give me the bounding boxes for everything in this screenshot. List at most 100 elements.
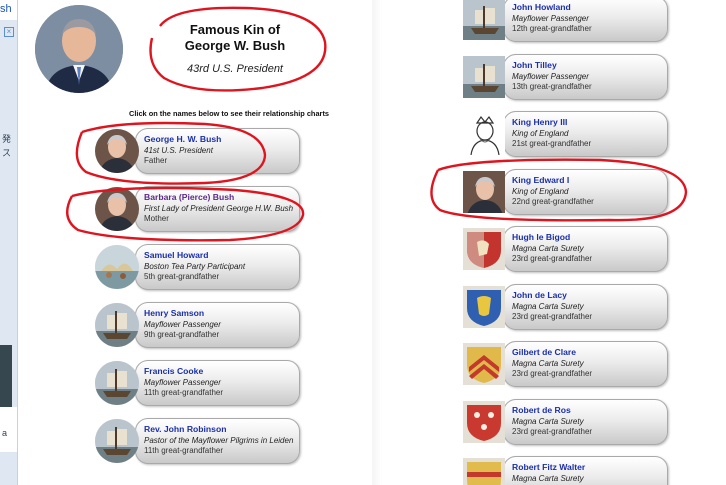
kin-name-link[interactable]: John de Lacy (512, 290, 567, 300)
kin-card[interactable]: John Howland Mayflower Passenger 12th grea… (463, 0, 673, 42)
kin-relationship: Mother (144, 214, 169, 223)
kin-name-link[interactable]: Rev. John Robinson (144, 424, 226, 434)
kin-name-link[interactable]: Henry Samson (144, 308, 204, 318)
kin-relationship: 23rd great-grandfather (512, 254, 593, 263)
kin-role: Boston Tea Party Participant (144, 262, 246, 271)
kin-card-button[interactable]: Gilbert de Clare Magna Carta Surety 23rd g… (503, 341, 668, 387)
kin-name-link[interactable]: George H. W. Bush (144, 134, 221, 144)
kin-card[interactable]: Robert Fitz Walter Magna Carta Surety (463, 456, 673, 485)
kin-role: King of England (512, 186, 569, 196)
kin-card-button[interactable]: Francis Cooke Mayflower Passenger 11th gre… (135, 360, 300, 406)
sidebar-footer (0, 452, 17, 485)
kin-name-link[interactable]: John Howland (512, 2, 571, 12)
president-portrait (35, 5, 123, 93)
kin-role: Mayflower Passenger (144, 320, 221, 329)
kin-card[interactable]: George H. W. Bush 41st U.S. President Fath… (95, 128, 305, 174)
kin-role: King of England (512, 129, 569, 138)
kin-card[interactable]: Barbara (Pierce) Bush First Lady of Presi… (95, 186, 305, 232)
kin-name-link[interactable]: Francis Cooke (144, 366, 203, 376)
kin-card[interactable]: Francis Cooke Mayflower Passenger 11th gre… (95, 360, 305, 406)
kin-name-link[interactable]: Gilbert de Clare (512, 347, 576, 357)
kin-relationship: 9th great-grandfather (144, 330, 220, 339)
kin-role: Magna Carta Surety (512, 244, 584, 253)
sidebar-glyph: 発 (2, 134, 12, 144)
kin-relationship: 11th great-grandfather (144, 446, 224, 455)
kin-role: Magna Carta Surety (512, 474, 584, 483)
kin-role: Magna Carta Surety (512, 359, 584, 368)
kin-relationship: 21st great-grandfather (512, 139, 592, 148)
kin-card-button[interactable]: Samuel Howard Boston Tea Party Participan… (135, 244, 300, 290)
ship-icon[interactable] (95, 419, 139, 463)
kin-relationship: 13th great-grandfather (512, 81, 592, 91)
kin-card[interactable]: John de Lacy Magna Carta Surety 23rd great… (463, 283, 673, 330)
instruction-text: Click on the names below to see their re… (129, 109, 330, 118)
kin-role: Pastor of the Mayflower Pilgrims in Leid… (144, 436, 294, 445)
browser-tab-fragment[interactable]: sh (0, 0, 17, 20)
portrait-icon (35, 5, 123, 93)
kin-name-link[interactable]: Hugh le Bigod (512, 232, 570, 242)
kin-card-button[interactable]: Hugh le Bigod Magna Carta Surety 23rd grea… (503, 226, 668, 272)
kin-name-link[interactable]: Robert Fitz Walter (512, 462, 585, 472)
page-subtitle: 43rd U.S. President (187, 63, 283, 75)
kin-name-link[interactable]: Robert de Ros (512, 405, 571, 415)
portrait-icon[interactable] (463, 170, 505, 213)
kin-card-button[interactable]: George H. W. Bush 41st U.S. President Fath… (135, 128, 300, 174)
painting-icon[interactable] (95, 245, 139, 289)
kin-relationship: 23rd great-grandfather (512, 369, 593, 378)
ship-icon[interactable] (95, 361, 139, 405)
kin-card-button[interactable]: Rev. John Robinson Pastor of the Mayflowe… (135, 418, 300, 464)
kin-role: Magna Carta Surety (512, 301, 584, 311)
kin-card[interactable]: Samuel Howard Boston Tea Party Participan… (95, 244, 305, 290)
shield-red-icon[interactable] (463, 400, 505, 443)
portrait-icon[interactable] (95, 187, 139, 231)
kin-name-link[interactable]: Samuel Howard (144, 250, 208, 260)
kin-card-button[interactable]: King Henry III King of England 21st great-… (503, 111, 668, 157)
kin-relationship: Father (144, 156, 168, 165)
kin-card-button[interactable]: John Tilley Mayflower Passenger 13th great… (503, 53, 668, 100)
close-icon[interactable]: × (4, 27, 14, 37)
kin-card-button[interactable]: Robert de Ros Magna Carta Surety 23rd grea… (503, 398, 668, 445)
kin-relationship: 12th great-grandfather (512, 24, 592, 33)
kin-card-button[interactable]: John de Lacy Magna Carta Surety 23rd great… (503, 283, 668, 330)
kin-card[interactable]: King Henry III King of England 21st great-… (463, 111, 673, 157)
portrait-icon[interactable] (95, 129, 139, 173)
kin-card[interactable]: Henry Samson Mayflower Passenger 9th great… (95, 302, 305, 348)
ship-icon[interactable] (463, 55, 505, 98)
kin-card-button[interactable]: Henry Samson Mayflower Passenger 9th great… (135, 302, 300, 348)
browser-sidebar-sliver: sh × 発 ス a (0, 0, 18, 485)
kin-relationship: 5th great-grandfather (144, 272, 220, 281)
kin-name-link[interactable]: Barbara (Pierce) Bush (144, 192, 234, 202)
king-sketch-icon[interactable] (463, 113, 505, 155)
page-divider (372, 0, 382, 485)
ship-icon[interactable] (463, 0, 505, 40)
kin-name-link[interactable]: King Henry III (512, 117, 567, 127)
kin-card[interactable]: Robert de Ros Magna Carta Surety 23rd grea… (463, 398, 673, 445)
kin-role: 41st U.S. President (144, 146, 213, 155)
kin-card-button[interactable]: King Edward I King of England 22nd great-g… (503, 168, 668, 215)
kin-card[interactable]: John Tilley Mayflower Passenger 13th great… (463, 53, 673, 100)
shield-blue-icon[interactable] (463, 285, 505, 328)
sidebar-dark-panel (0, 345, 12, 407)
kin-card[interactable]: Gilbert de Clare Magna Carta Surety 23rd g… (463, 341, 673, 387)
kin-role: Magna Carta Surety (512, 416, 584, 426)
ship-icon[interactable] (95, 303, 139, 347)
kin-card[interactable]: Rev. John Robinson Pastor of the Mayflowe… (95, 418, 305, 464)
shield-red-lion-icon[interactable] (463, 228, 505, 270)
kin-role: Mayflower Passenger (512, 14, 589, 23)
kin-card-button[interactable]: Robert Fitz Walter Magna Carta Surety (503, 456, 668, 485)
kin-name-link[interactable]: King Edward I (512, 175, 569, 185)
kin-role: Mayflower Passenger (144, 378, 221, 387)
sidebar-glyph: ス (2, 148, 12, 158)
shield-chevron-icon[interactable] (463, 343, 505, 385)
kin-role: Mayflower Passenger (512, 71, 589, 81)
shield-gold-icon[interactable] (463, 458, 505, 485)
kin-relationship: 23rd great-grandfather (512, 311, 593, 321)
kin-card[interactable]: King Edward I King of England 22nd great-g… (463, 168, 673, 215)
kin-card[interactable]: Hugh le Bigod Magna Carta Surety 23rd grea… (463, 226, 673, 272)
kin-relationship: 23rd great-grandfather (512, 426, 593, 436)
title-line-1: Famous Kin of (189, 22, 281, 37)
kin-card-button[interactable]: Barbara (Pierce) Bush First Lady of Presi… (135, 186, 300, 232)
kin-name-link[interactable]: John Tilley (512, 60, 557, 70)
kin-relationship: 11th great-grandfather (144, 388, 224, 397)
kin-card-button[interactable]: John Howland Mayflower Passenger 12th grea… (503, 0, 668, 42)
